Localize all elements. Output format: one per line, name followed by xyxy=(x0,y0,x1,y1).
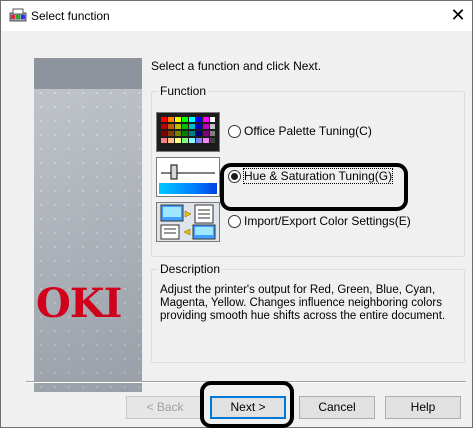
palette-grid-icon xyxy=(156,112,220,152)
printer-app-icon xyxy=(9,8,27,24)
description-group-label: Description xyxy=(158,262,223,276)
back-button[interactable]: < Back xyxy=(126,396,204,419)
dialog-client-area: OKI Select a function and click Next. Fu… xyxy=(1,31,472,428)
close-button[interactable]: ✕ xyxy=(444,1,472,31)
office-palette-radio[interactable] xyxy=(228,125,241,138)
function-group-label: Function xyxy=(158,84,209,98)
option-office-palette: Office Palette Tuning(C) xyxy=(152,112,452,152)
wizard-banner: OKI xyxy=(34,58,142,392)
instruction-text: Select a function and click Next. xyxy=(151,59,322,73)
import-export-label[interactable]: Import/Export Color Settings(E) xyxy=(244,214,411,228)
title-bar: Select function ✕ xyxy=(1,1,472,31)
oki-logo: OKI xyxy=(36,280,122,327)
hue-slider-icon xyxy=(156,157,220,197)
help-button[interactable]: Help xyxy=(385,396,461,419)
import-export-icon xyxy=(156,202,220,242)
description-group: Description Adjust the printer's output … xyxy=(151,262,465,363)
window-title: Select function xyxy=(31,9,110,23)
next-button-highlight xyxy=(200,381,294,428)
banner-printer-illustration xyxy=(34,89,142,392)
office-palette-label[interactable]: Office Palette Tuning(C) xyxy=(244,124,372,138)
select-function-dialog: Select function ✕ OKI Select a function … xyxy=(0,0,473,428)
description-text: Adjust the printer's output for Red, Gre… xyxy=(160,284,446,322)
cancel-button[interactable]: Cancel xyxy=(299,396,375,419)
banner-top-band xyxy=(34,58,142,89)
hue-saturation-highlight xyxy=(220,163,408,211)
import-export-radio[interactable] xyxy=(228,215,241,228)
